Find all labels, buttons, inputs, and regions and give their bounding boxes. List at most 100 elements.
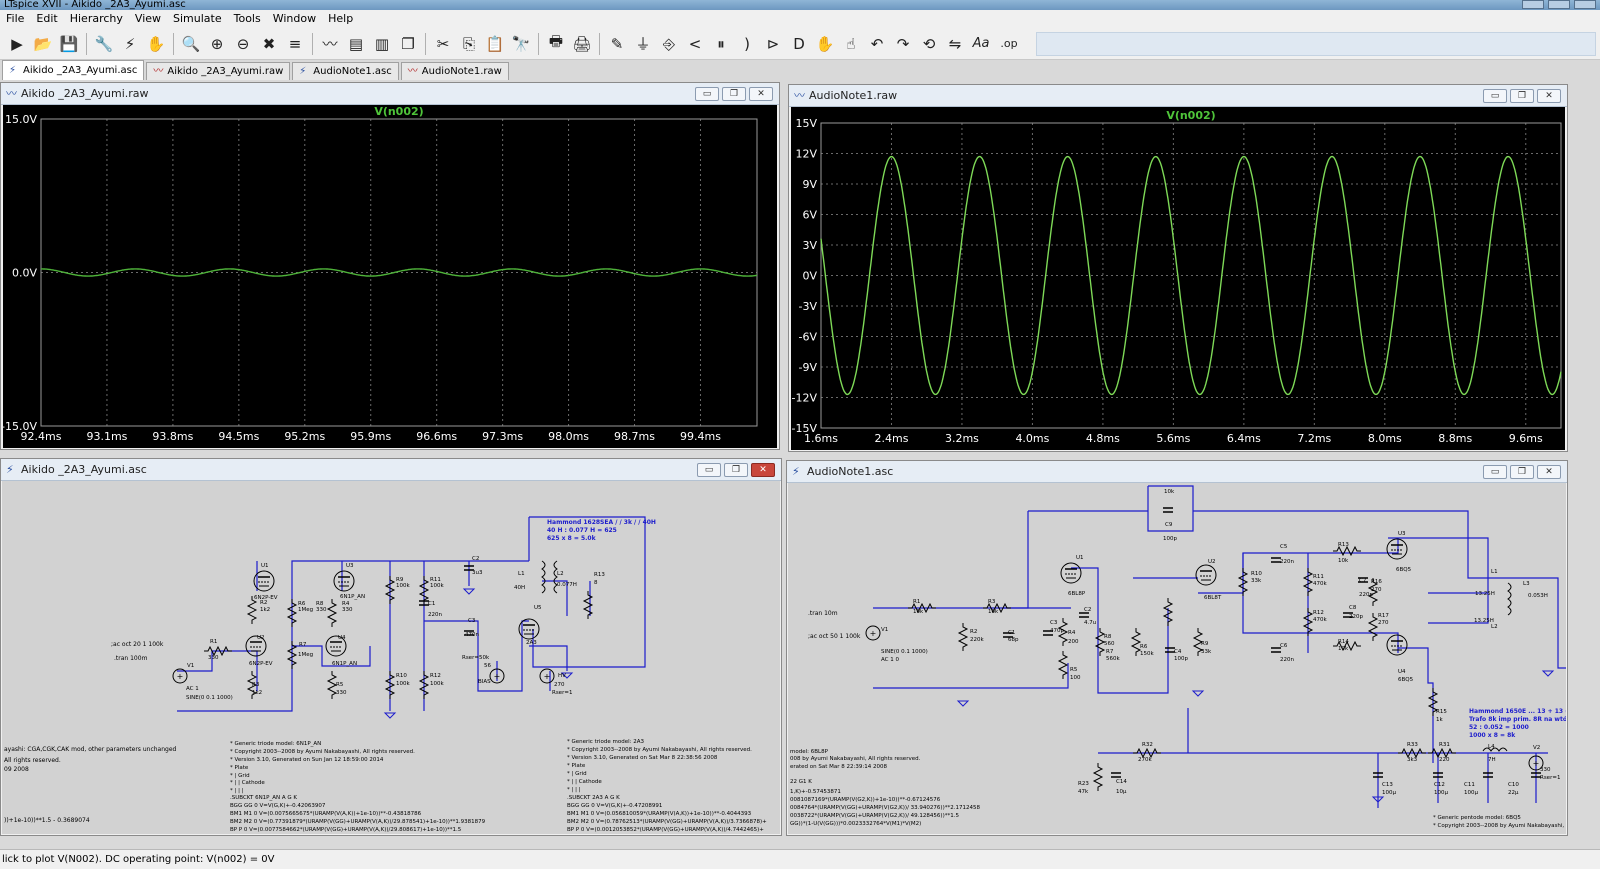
window-titlebar[interactable]: ⚡ AudioNote1.asc ▭ ❐ ✕	[787, 461, 1567, 483]
drag-icon[interactable]: ☝	[839, 32, 863, 56]
schematic-label[interactable]: 100p	[1174, 656, 1188, 662]
open-icon[interactable]: 📂	[31, 32, 55, 56]
restore-button[interactable]: ❐	[722, 87, 746, 101]
zoom-out-icon[interactable]: ⊖	[231, 32, 255, 56]
schematic-label[interactable]: R16	[1371, 579, 1382, 585]
resistor-symbol[interactable]	[1092, 763, 1104, 791]
waveform-window-aikido[interactable]: 〰 Aikido _2A3_Ayumi.raw ▭ ❐ ✕ 92.4ms 93.1ms…	[0, 82, 780, 450]
wire[interactable]	[1198, 538, 1399, 594]
zoom-fit-icon[interactable]: ✖	[257, 32, 281, 56]
schematic-label[interactable]: U4	[338, 635, 346, 641]
waveform-svg[interactable]: 1.6ms 2.4ms 3.2ms 4.0ms 4.8ms 5.6ms 6.4ms 7.2ms…	[791, 107, 1565, 450]
ground-symbol[interactable]	[956, 700, 970, 707]
schematic-label[interactable]: model: 6BL8P	[790, 749, 829, 755]
resistor-symbol[interactable]	[326, 599, 338, 627]
copy-icon[interactable]: ⎘	[457, 32, 481, 56]
schematic-label[interactable]: Rser=1	[552, 690, 572, 696]
draw-wire-icon[interactable]: ✎	[605, 32, 629, 56]
tube-symbol[interactable]	[1195, 564, 1217, 586]
resistor-symbol[interactable]	[1333, 545, 1361, 557]
schematic-label[interactable]: SINE(0 0.1 1000)	[186, 695, 233, 701]
schematic-label[interactable]: 330	[342, 607, 353, 613]
schematic-label[interactable]: C13	[1382, 782, 1393, 788]
schematic-label[interactable]: 0081087169*(URAMP(V(G2,K))+1e-10))**-0.6…	[790, 797, 941, 803]
find-icon[interactable]: 🔭	[509, 32, 533, 56]
close-button[interactable]: ✕	[1537, 89, 1561, 103]
schematic-label[interactable]: 13.25H	[1475, 591, 1495, 597]
schematic-label[interactable]: 1Meg	[298, 607, 313, 613]
schematic-label[interactable]: 6BQ5	[1396, 567, 1412, 573]
ground-symbol[interactable]	[1191, 690, 1205, 697]
schematic-label[interactable]: C1	[428, 601, 435, 607]
schematic-label[interactable]: ))+1e-10))**1.5 - 0.3689074	[4, 817, 90, 824]
inductor-symbol[interactable]	[553, 560, 558, 594]
resistor-symbol[interactable]	[1057, 651, 1069, 679]
schematic-label[interactable]: * | | |	[230, 788, 244, 794]
schematic-label[interactable]: 10k	[1338, 646, 1349, 652]
schematic-label[interactable]: 3u3	[472, 570, 483, 576]
print-icon[interactable]: 🖶	[544, 32, 568, 56]
component-icon[interactable]: D	[787, 32, 811, 56]
schematic-label[interactable]: 560	[1104, 641, 1115, 647]
capacitor-icon[interactable]: ⏸	[709, 32, 733, 56]
schematic-label[interactable]: R17	[1378, 613, 1389, 619]
schematic-label[interactable]: 1Meg	[298, 652, 313, 658]
schematic-label[interactable]: R4	[1068, 630, 1076, 636]
menu-file[interactable]: File	[0, 10, 30, 28]
schematic-label[interactable]: .tran 100m	[114, 655, 148, 662]
schematic-label[interactable]: 10k	[1164, 489, 1175, 495]
schematic-label[interactable]: Rser=50k	[462, 655, 490, 661]
schematic-label[interactable]: 6N1P_AN	[332, 661, 357, 667]
schematic-label[interactable]: U3	[346, 563, 354, 569]
schematic-label[interactable]: 33k	[1251, 578, 1262, 584]
window-titlebar[interactable]: 〰 AudioNote1.raw ▭ ❐ ✕	[789, 85, 1567, 107]
wire[interactable]	[1071, 567, 1169, 694]
wire[interactable]	[1242, 553, 1399, 653]
schematic-label[interactable]: BP P 0 V=(0.0012053852*(URAMP(V(GG)+URAM…	[567, 827, 764, 833]
schematic-label[interactable]: 1k2	[260, 607, 270, 613]
schematic-label[interactable]: 7H	[1488, 757, 1496, 763]
probe-icon[interactable]: ⚡	[118, 32, 142, 56]
schematic-label[interactable]: 470k	[1313, 617, 1327, 623]
schematic-label[interactable]: U2	[1208, 559, 1216, 565]
schematic-label[interactable]: BM1 M1 0 V=(0.056810059*(URAMP(V(A,K))+1…	[567, 811, 752, 817]
waveform-svg[interactable]: 92.4ms 93.1ms 93.8ms 94.5ms 95.2ms 95.9ms 96.6…	[3, 105, 777, 448]
menu-simulate[interactable]: Simulate	[167, 10, 228, 28]
schematic-label[interactable]: 200	[1068, 639, 1079, 645]
schematic-label[interactable]: BGG GG 0 V=V(G,K)+-0.42063907	[230, 803, 326, 809]
close-button[interactable]: ✕	[751, 463, 775, 477]
zoom-in-icon[interactable]: 🔍	[179, 32, 203, 56]
resistor-icon[interactable]: <	[683, 32, 707, 56]
schematic-label[interactable]: erated on Sat Mar 8 22:39:14 2008	[790, 764, 887, 770]
schematic-label[interactable]: BM2 M2 0 V=(0.78762513*(URAMP(V(GG)+URAM…	[567, 819, 767, 825]
schematic-label[interactable]: 09 2008	[4, 766, 29, 773]
schematic-label[interactable]: 2A3	[526, 640, 537, 646]
schematic-label[interactable]: C6	[1280, 643, 1288, 649]
schematic-label[interactable]: Hammond 1628SEA / / 3k / / 40H	[547, 519, 656, 526]
ground-symbol[interactable]	[1541, 670, 1555, 677]
schematic-label[interactable]: C14	[1116, 779, 1127, 785]
schematic-label[interactable]: V1	[187, 663, 194, 669]
schematic-label[interactable]: SINE(0 0.1 1000)	[881, 649, 928, 655]
schematic-label[interactable]: C7	[1359, 578, 1367, 584]
tab-aikido-2a3-ayumi-raw[interactable]: 〰 Aikido _2A3_Ayumi.raw	[146, 62, 291, 80]
schematic-label[interactable]: R12	[430, 673, 441, 679]
schematic-label[interactable]: 220n	[1280, 657, 1294, 663]
schematic-label[interactable]: .SUBCKT 2A3 A G K	[567, 795, 620, 801]
menu-hierarchy[interactable]: Hierarchy	[64, 10, 129, 28]
schematic-label[interactable]: Rser=1	[1540, 775, 1560, 781]
schematic-label[interactable]: 625 x 8 = 5.0k	[547, 535, 597, 542]
schematic-label[interactable]: BM1 M1 0 V=(0.0075665675*(URAMP(V(A,K))+…	[230, 811, 422, 817]
schematic-label[interactable]: * | | |	[567, 787, 581, 793]
schematic-label[interactable]: L3	[1523, 581, 1530, 587]
print-setup-icon[interactable]: 🖨	[570, 32, 594, 56]
schematic-label[interactable]: C8	[1349, 605, 1357, 611]
menu-window[interactable]: Window	[267, 10, 322, 28]
restore-button[interactable]: ❐	[1510, 465, 1534, 479]
schematic-label[interactable]: 6BQ5	[1398, 677, 1414, 683]
schematic-label[interactable]: U3	[1398, 531, 1406, 537]
schematic-label[interactable]: C2	[1084, 607, 1091, 613]
schematic-label[interactable]: 1k	[1436, 717, 1443, 723]
cut-icon[interactable]: ✂	[431, 32, 455, 56]
tab-aikido-2a3-ayumi-asc[interactable]: ⚡ Aikido _2A3_Ayumi.asc	[2, 60, 145, 80]
